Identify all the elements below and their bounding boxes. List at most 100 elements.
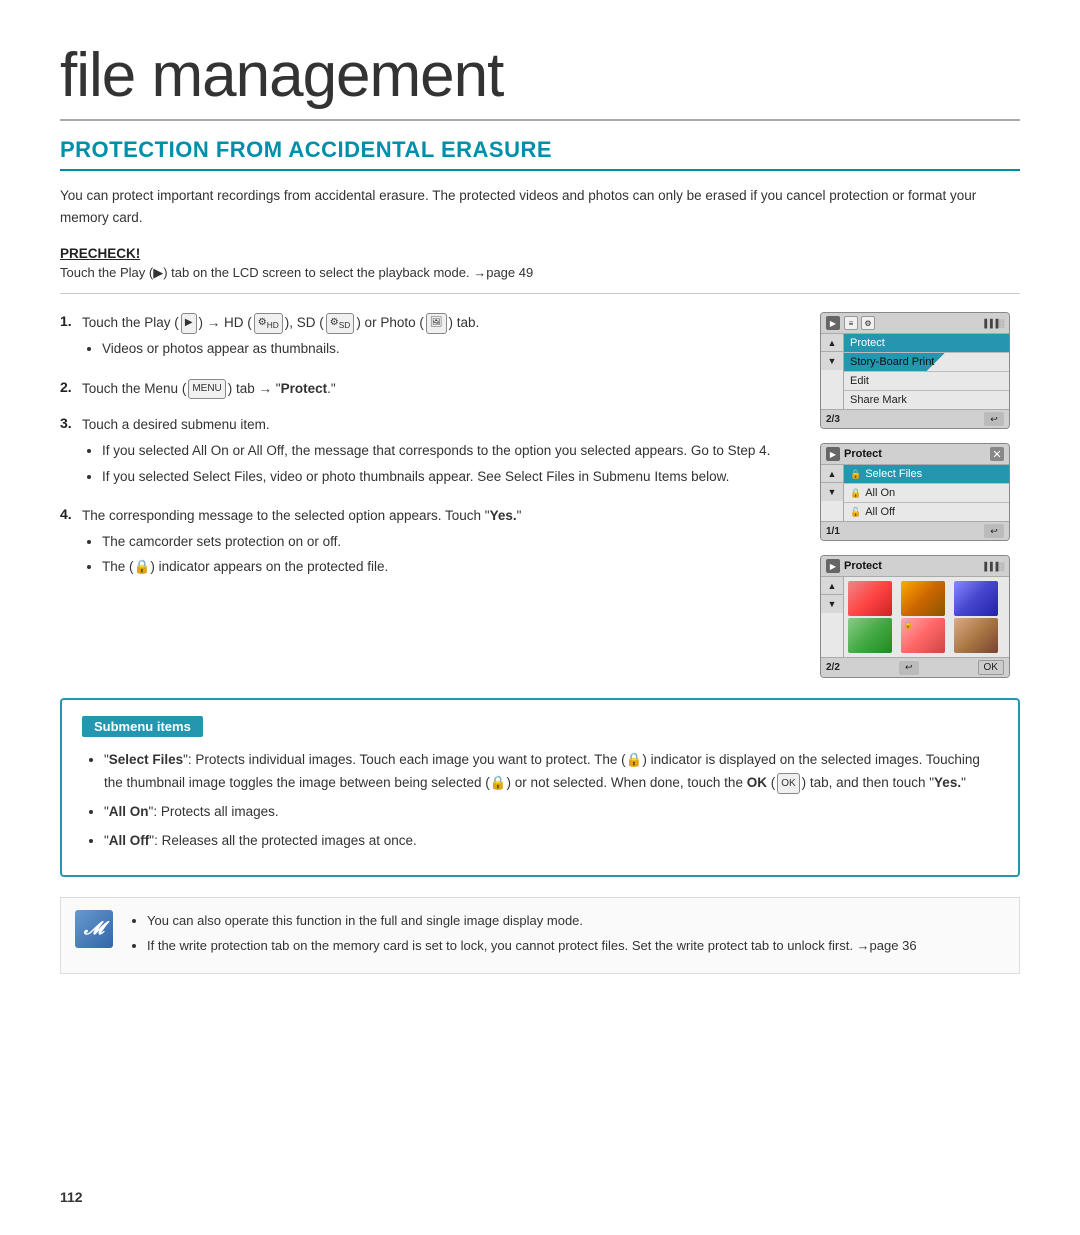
panel-2-title: Protect — [844, 448, 882, 460]
panel-1-page-indicator: 2/3 — [826, 414, 840, 425]
panel-2-page-indicator: 1/1 — [826, 526, 840, 537]
panel-3: ▶ Protect ▐▐▐░ ▲ ▼ 🔒 — [820, 555, 1010, 678]
panel-2-play-btn: ▶ — [826, 447, 840, 461]
step-4: 4. The corresponding message to the sele… — [60, 505, 790, 582]
battery-icon: ▐▐▐░ — [981, 319, 1004, 328]
panel-2-body: ▲ ▼ 🔒 Select Files 🔒 All On 🔓 All Off — [821, 465, 1009, 521]
panel-3-arrows: ▲ ▼ — [821, 577, 844, 657]
panel-3-header: ▶ Protect ▐▐▐░ — [821, 556, 1009, 577]
step-3: 3. Touch a desired submenu item. If you … — [60, 414, 790, 491]
step-1-bullet-1: Videos or photos appear as thumbnails. — [102, 338, 479, 360]
note-list: You can also operate this function in th… — [127, 910, 917, 957]
section-heading: PROTECTION FROM ACCIDENTAL ERASURE — [60, 137, 1020, 171]
panel-3-body: ▲ ▼ 🔒 — [821, 577, 1009, 657]
alloff-bold: All Off — [109, 833, 150, 848]
precheck-text: Touch the Play (▶) tab on the LCD screen… — [60, 265, 1020, 294]
step-3-bullet-1: If you selected All On or All Off, the m… — [102, 440, 770, 462]
thumbnail-3[interactable] — [954, 581, 998, 616]
panel-1-footer: 2/3 ↩ — [821, 409, 1009, 428]
page-number: 112 — [60, 1189, 83, 1205]
panel-1-icons: ≡ ⚙ — [844, 316, 875, 330]
panel-3-play-btn: ▶ — [826, 559, 840, 573]
panel-1-icon-list: ≡ — [844, 316, 858, 330]
select-files-label: Select Files — [865, 468, 922, 480]
hd-icon: ⚙HD — [254, 313, 283, 335]
panel-2-item-selectfiles[interactable]: 🔒 Select Files — [844, 465, 1009, 484]
panel-3-back-btn[interactable]: ↩ — [899, 661, 919, 675]
panel-1-arrows: ▲ ▼ — [821, 334, 844, 409]
panel-3-footer: 2/2 ↩ OK — [821, 657, 1009, 677]
panel-2-down-arrow[interactable]: ▼ — [821, 483, 843, 501]
panel-2-back-btn[interactable]: ↩ — [984, 524, 1004, 538]
all-off-icon: 🔓 — [850, 507, 861, 518]
panel-2-up-arrow[interactable]: ▲ — [821, 465, 843, 483]
panel-1-item-storyboard[interactable]: Story-Board Print — [844, 353, 1009, 372]
main-content: 1. Touch the Play (▶) → HD (⚙HD), SD (⚙S… — [60, 312, 1020, 678]
submenu-section: Submenu items "Select Files": Protects i… — [60, 698, 1020, 877]
all-on-label: All On — [865, 487, 895, 499]
note-item-2: If the write protection tab on the memor… — [147, 935, 917, 956]
all-on-icon: 🔒 — [850, 488, 861, 499]
step-3-bullets: If you selected All On or All Off, the m… — [102, 440, 770, 488]
panel-1-item-protect[interactable]: Protect — [844, 334, 1009, 353]
thumbnail-1[interactable] — [848, 581, 892, 616]
panel-1-header: ▶ ≡ ⚙ ▐▐▐░ — [821, 313, 1009, 334]
allon-bold: All On — [109, 804, 149, 819]
panel-1-down-arrow[interactable]: ▼ — [821, 352, 843, 370]
panel-3-up-arrow[interactable]: ▲ — [821, 577, 843, 595]
step-1-number: 1. — [60, 313, 82, 329]
panel-2-item-alloff[interactable]: 🔓 All Off — [844, 503, 1009, 521]
panel-2-close-btn[interactable]: ✕ — [990, 447, 1004, 461]
submenu-item-allon: "All On": Protects all images. — [104, 801, 998, 824]
panel-1-up-arrow[interactable]: ▲ — [821, 334, 843, 352]
intro-text: You can protect important recordings fro… — [60, 185, 1020, 228]
step-2: 2. Touch the Menu (MENU) tab → "Protect.… — [60, 378, 790, 400]
step-2-number: 2. — [60, 379, 82, 395]
step-4-bullets: The camcorder sets protection on or off.… — [102, 531, 521, 579]
protect-label: Protect — [850, 337, 885, 349]
note-text: You can also operate this function in th… — [127, 910, 917, 961]
step-4-content: The corresponding message to the selecte… — [82, 505, 521, 582]
select-files-icon: 🔒 — [850, 469, 861, 480]
panel-3-ok-btn[interactable]: OK — [978, 660, 1004, 675]
all-off-label: All Off — [865, 506, 895, 518]
photo-icon: 🖼 — [426, 313, 447, 334]
submenu-item-selectfiles: "Select Files": Protects individual imag… — [104, 749, 998, 795]
play-icon: ▶ — [181, 313, 197, 334]
panel-1-item-sharemark[interactable]: Share Mark — [844, 391, 1009, 409]
thumbnail-6[interactable] — [954, 618, 998, 653]
step-4-number: 4. — [60, 506, 82, 522]
sharemark-label: Share Mark — [850, 394, 907, 406]
panel-1-play-btn: ▶ — [826, 316, 840, 330]
edit-label: Edit — [850, 375, 869, 387]
steps-area: 1. Touch the Play (▶) → HD (⚙HD), SD (⚙S… — [60, 312, 790, 678]
step-3-content: Touch a desired submenu item. If you sel… — [82, 414, 770, 491]
panel-2-items: 🔒 Select Files 🔒 All On 🔓 All Off — [844, 465, 1009, 521]
panel-3-down-arrow[interactable]: ▼ — [821, 595, 843, 613]
thumbnail-5[interactable]: 🔒 — [901, 618, 945, 653]
sd-icon: ⚙SD — [326, 313, 355, 335]
panel-1-item-edit[interactable]: Edit — [844, 372, 1009, 391]
note-item-1: You can also operate this function in th… — [147, 910, 917, 931]
panel-1-back-btn[interactable]: ↩ — [984, 412, 1004, 426]
thumbnail-2[interactable] — [901, 581, 945, 616]
menu-icon: MENU — [188, 379, 225, 400]
panel-1: ▶ ≡ ⚙ ▐▐▐░ ▲ ▼ Protect — [820, 312, 1010, 429]
panel-3-page-indicator: 2/2 — [826, 662, 840, 673]
note-icon: 𝓜 — [75, 910, 113, 948]
panel-2-footer: 1/1 ↩ — [821, 521, 1009, 540]
ok-icon: OK — [777, 773, 799, 794]
panel-1-body: ▲ ▼ Protect Story-Board Print Edit Share… — [821, 334, 1009, 409]
panel-1-items: Protect Story-Board Print Edit Share Mar… — [844, 334, 1009, 409]
thumbnail-4[interactable] — [848, 618, 892, 653]
page-title: file management — [60, 40, 1020, 121]
submenu-item-alloff: "All Off": Releases all the protected im… — [104, 830, 998, 853]
step-1-bullets: Videos or photos appear as thumbnails. — [102, 338, 479, 360]
panel-2-item-allon[interactable]: 🔒 All On — [844, 484, 1009, 503]
panel-2-arrows: ▲ ▼ — [821, 465, 844, 521]
thumbnail-grid: 🔒 — [844, 577, 1009, 657]
panel-2: ▶ Protect ✕ ▲ ▼ 🔒 Select Files 🔒 — [820, 443, 1010, 541]
panel-1-icon-gear: ⚙ — [861, 316, 875, 330]
note-section: 𝓜 You can also operate this function in … — [60, 897, 1020, 974]
panel-3-title: Protect — [844, 560, 882, 572]
